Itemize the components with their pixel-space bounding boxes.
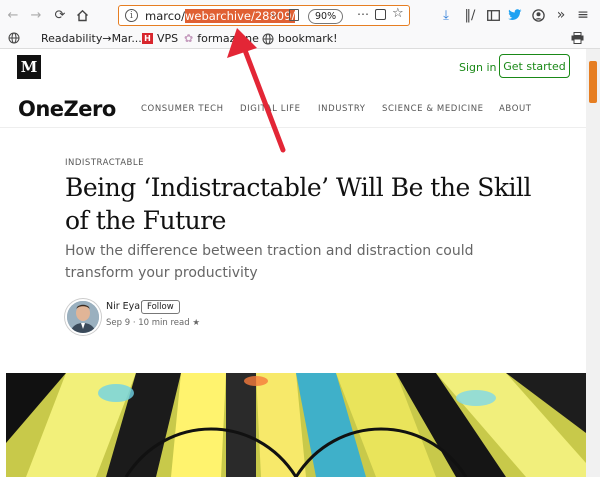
get-started-button[interactable]: Get started: [499, 54, 570, 78]
avatar[interactable]: [65, 299, 101, 335]
nav-digital-life[interactable]: DIGITAL LIFE: [240, 104, 301, 114]
article-title: Being ‘Indistractable’ Will Be the Skill…: [65, 173, 531, 235]
hero-image: [6, 373, 586, 477]
bookmark-bookmarklet[interactable]: bookmark!: [262, 32, 338, 45]
overflow-chevron-icon[interactable]: »: [552, 6, 570, 24]
globe-icon: [8, 32, 20, 44]
url-prefix: marco/: [145, 9, 185, 23]
bookmark-label: VPS: [157, 32, 179, 45]
bookmark-vps[interactable]: H VPS: [142, 32, 178, 45]
nav-science-medicine[interactable]: SCIENCE & MEDICINE: [382, 104, 484, 114]
publication-logo[interactable]: OneZero: [18, 97, 116, 121]
download-icon[interactable]: ⤓: [437, 6, 455, 24]
scroll-thumb[interactable]: [589, 61, 597, 103]
medium-logo[interactable]: M: [17, 55, 41, 79]
page-actions-icon[interactable]: ⋯: [357, 7, 370, 21]
home-icon[interactable]: [73, 6, 91, 24]
account-icon[interactable]: [529, 6, 547, 24]
author-name[interactable]: Nir Eyal: [106, 301, 143, 312]
bookmark-label: Readability→Mar...: [41, 32, 142, 45]
bookmark-label: formazione: [197, 32, 259, 45]
back-icon[interactable]: ←: [4, 6, 22, 24]
nav-divider: [0, 127, 586, 128]
library-icon[interactable]: ‖∕: [461, 6, 479, 24]
reader-view-icon[interactable]: [289, 9, 299, 21]
nav-about[interactable]: ABOUT: [499, 104, 532, 114]
zoom-indicator[interactable]: 90%: [308, 9, 344, 24]
article-subtitle: How the difference between traction and …: [65, 243, 474, 281]
bookmark-label: bookmark!: [278, 32, 338, 45]
nav-industry[interactable]: INDUSTRY: [318, 104, 366, 114]
info-icon[interactable]: i: [125, 9, 138, 22]
follow-button[interactable]: Follow: [141, 300, 180, 314]
url-dropdown-icon[interactable]: ⌵: [271, 9, 279, 20]
nav-consumer-tech[interactable]: CONSUMER TECH: [141, 104, 224, 114]
twitter-icon[interactable]: [506, 6, 524, 24]
bookmark-star-icon[interactable]: ☆: [392, 6, 404, 21]
article-kicker[interactable]: INDISTRACTABLE: [65, 158, 144, 168]
url-bar[interactable]: i marco/webarchive/28809/ ⌵ 90% ⋯ ☆: [118, 5, 410, 26]
signin-link[interactable]: Sign in: [459, 61, 497, 74]
hamburger-menu-icon[interactable]: ≡: [574, 6, 592, 24]
bookmark-formazione[interactable]: ✿ formazione: [184, 32, 259, 45]
page-content: M Sign in Get started OneZero CONSUMER T…: [0, 49, 586, 477]
reload-icon[interactable]: ⟳: [51, 6, 69, 24]
browser-toolbar: ← → ⟳ i marco/webarchive/28809/ ⌵ 90% ⋯ …: [0, 0, 600, 30]
h-logo-icon: H: [142, 33, 153, 44]
globe-icon: [262, 33, 274, 44]
article-meta: Sep 9 · 10 min read ★: [106, 318, 200, 328]
bookmark-readability[interactable]: Readability→Mar...: [41, 32, 142, 45]
pocket-icon[interactable]: [375, 9, 386, 20]
sidebar-icon[interactable]: [484, 6, 502, 24]
printer-icon[interactable]: [571, 32, 584, 44]
gear-icon: ✿: [184, 32, 194, 45]
page-scrollbar[interactable]: [586, 49, 600, 477]
bookmarks-toolbar: Readability→Mar... H VPS ✿ formazione bo…: [0, 30, 600, 49]
forward-icon[interactable]: →: [27, 6, 45, 24]
